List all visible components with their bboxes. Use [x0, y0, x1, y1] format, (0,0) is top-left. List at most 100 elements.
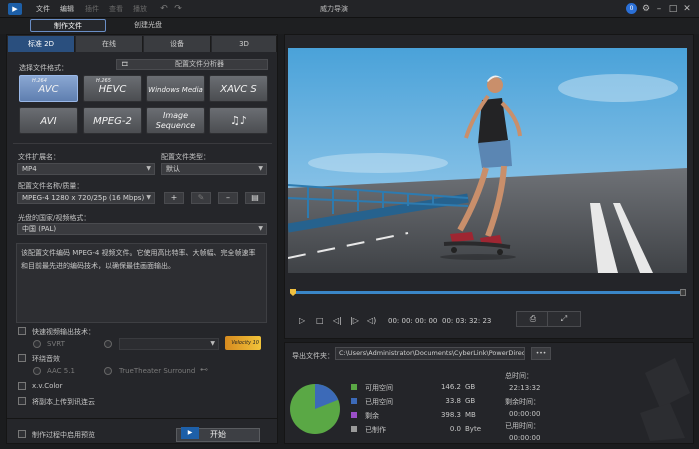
current-timecode: 00: 00: 00: 00 [388, 317, 438, 325]
aac-label: AAC 5.1 [47, 367, 75, 375]
truetheater-settings-icon[interactable]: ⊷ [200, 365, 208, 374]
free-space-unit: GB [465, 383, 476, 391]
profile-analyzer-label: 配置文件分析器 [175, 60, 224, 68]
produce-icon: ▶ [181, 427, 199, 439]
mode-tabs: 制作文件 创建光盘 [0, 18, 699, 34]
format-windows-media[interactable]: Windows Media [146, 75, 205, 102]
chevron-down-icon: ▼ [258, 165, 263, 172]
format-avi-label: AVI [40, 116, 57, 127]
legend-produced-label: 已制作 [365, 426, 386, 434]
next-frame-icon[interactable]: |▷ [350, 316, 359, 325]
minimize-icon[interactable]: – [653, 3, 665, 15]
seek-handle-end[interactable] [680, 289, 686, 296]
legend-used-swatch [351, 398, 357, 404]
file-ext-value: MP4 [22, 165, 37, 173]
snapshot-button[interactable]: ⎙ [516, 311, 550, 327]
tab-create-disc[interactable]: 创建光盘 [118, 19, 178, 32]
file-ext-select[interactable]: MP4 ▼ [17, 163, 155, 175]
stop-icon[interactable]: □ [316, 316, 324, 325]
format-mpeg2[interactable]: MPEG-2 [83, 107, 142, 134]
surround-checkbox[interactable] [18, 354, 26, 362]
region-select[interactable]: 中国 (PAL) ▼ [17, 223, 267, 235]
produced-value: 0.0 [449, 425, 461, 433]
profile-description: 该配置文件编码 MPEG-4 视频文件。它使用高比特率、大帧幅、完全帧速率和目前… [16, 243, 267, 323]
tab-online[interactable]: 在线 [76, 36, 143, 52]
tab-produce-file[interactable]: 制作文件 [30, 19, 106, 32]
fast-render-label: 快速视频输出技术： [32, 328, 95, 336]
remaining-time-label: 剩余时间： [505, 398, 540, 406]
total-timecode: 00: 03: 32: 23 [442, 317, 492, 325]
profile-info-icon[interactable]: ▤ [245, 192, 265, 204]
region-value: 中国 (PAL) [22, 225, 57, 233]
export-path-input[interactable]: C:\Users\Administrator\Documents\CyberLi… [335, 347, 525, 360]
notification-badge[interactable]: 0 [626, 3, 637, 14]
tab-3d[interactable]: 3D [212, 36, 277, 52]
divider [7, 418, 277, 419]
used-space-unit: GB [465, 397, 476, 405]
play-icon[interactable]: ▷ [299, 316, 305, 325]
xvcolor-label: x.v.Color [32, 382, 63, 390]
volume-icon[interactable]: ◁) [367, 316, 376, 325]
edit-profile-icon[interactable]: ✎ [191, 192, 211, 204]
menu-playback[interactable]: 播放 [133, 4, 147, 14]
legend-produced-swatch [351, 426, 357, 432]
browse-button[interactable]: ••• [531, 347, 551, 360]
upload-checkbox[interactable] [18, 397, 26, 405]
truetheater-radio[interactable] [104, 367, 112, 375]
chevron-down-icon: ▼ [146, 165, 151, 172]
export-panel: 导出文件夹： C:\Users\Administrator\Documents\… [284, 342, 694, 444]
format-image-sequence[interactable]: Image Sequence [146, 107, 205, 134]
fullscreen-icon: ⤢ [560, 314, 568, 323]
format-avi[interactable]: AVI [19, 107, 78, 134]
aac-radio[interactable] [33, 367, 41, 375]
profile-analyzer-button[interactable]: 🎞 配置文件分析器 [116, 59, 268, 70]
add-profile-button[interactable]: + [164, 192, 184, 204]
format-audio[interactable]: ♫♪ [209, 107, 268, 134]
menu-file[interactable]: 文件 [36, 4, 50, 14]
menu-edit[interactable]: 编辑 [60, 4, 74, 14]
maximize-icon[interactable]: □ [667, 3, 679, 15]
close-icon[interactable]: ✕ [681, 3, 693, 15]
legend-free-swatch [351, 384, 357, 390]
xvcolor-checkbox[interactable] [18, 382, 26, 390]
remaining-value: 398.3 [440, 411, 461, 419]
profile-type-select[interactable]: 默认 ▼ [161, 163, 267, 175]
prev-frame-icon[interactable]: ◁| [333, 316, 342, 325]
storage-pie-chart [290, 384, 340, 434]
remove-profile-button[interactable]: – [218, 192, 238, 204]
legend-used-label: 已用空间 [365, 398, 393, 406]
tab-device[interactable]: 设备 [144, 36, 211, 52]
svrt-radio[interactable] [33, 340, 41, 348]
menu-plugins[interactable]: 插件 [85, 4, 99, 14]
format-panel: 标准 2D 在线 设备 3D 选择文件格式： 🎞 配置文件分析器 H.264 A… [6, 34, 278, 444]
upload-label: 将副本上传到讯连云 [32, 398, 95, 406]
fast-render-checkbox[interactable] [18, 327, 26, 335]
chevron-down-icon: ▼ [210, 340, 215, 347]
accel-radio[interactable] [104, 340, 112, 348]
format-hevc[interactable]: H.265 HEVC [83, 75, 142, 102]
seek-bar[interactable] [290, 289, 686, 296]
start-button[interactable]: ▶ 开始 [176, 427, 260, 442]
used-space-value: 33.8 [445, 397, 461, 405]
window-title: 威力导演 [320, 5, 348, 13]
accel-select[interactable]: ▼ [119, 338, 219, 350]
decorative-pattern [640, 358, 690, 441]
undo-icon[interactable]: ↶ [158, 3, 170, 15]
remaining-time-value: 00:00:00 [509, 410, 541, 418]
fullscreen-button[interactable]: ⤢ [547, 311, 581, 327]
profile-name-select[interactable]: MPEG-4 1280 x 720/25p (16 Mbps) ▼ [17, 192, 155, 204]
preview-enable-checkbox[interactable] [18, 430, 26, 438]
format-xavc-s[interactable]: XAVC S [209, 75, 268, 102]
surround-label: 环绕音效 [32, 355, 60, 363]
format-label: 选择文件格式： [19, 64, 68, 72]
format-avc[interactable]: H.264 AVC [19, 75, 78, 102]
preview-enable-label: 制作过程中启用预览 [32, 431, 95, 439]
legend-remaining-swatch [351, 412, 357, 418]
film-icon: 🎞 [121, 61, 129, 68]
settings-icon[interactable]: ⚙ [640, 3, 652, 15]
truetheater-label: TrueTheater Surround [119, 367, 196, 375]
tab-standard-2d[interactable]: 标准 2D [8, 36, 75, 52]
menu-view[interactable]: 查看 [109, 4, 123, 14]
redo-icon[interactable]: ↷ [172, 3, 184, 15]
remaining-unit: MB [465, 411, 476, 419]
